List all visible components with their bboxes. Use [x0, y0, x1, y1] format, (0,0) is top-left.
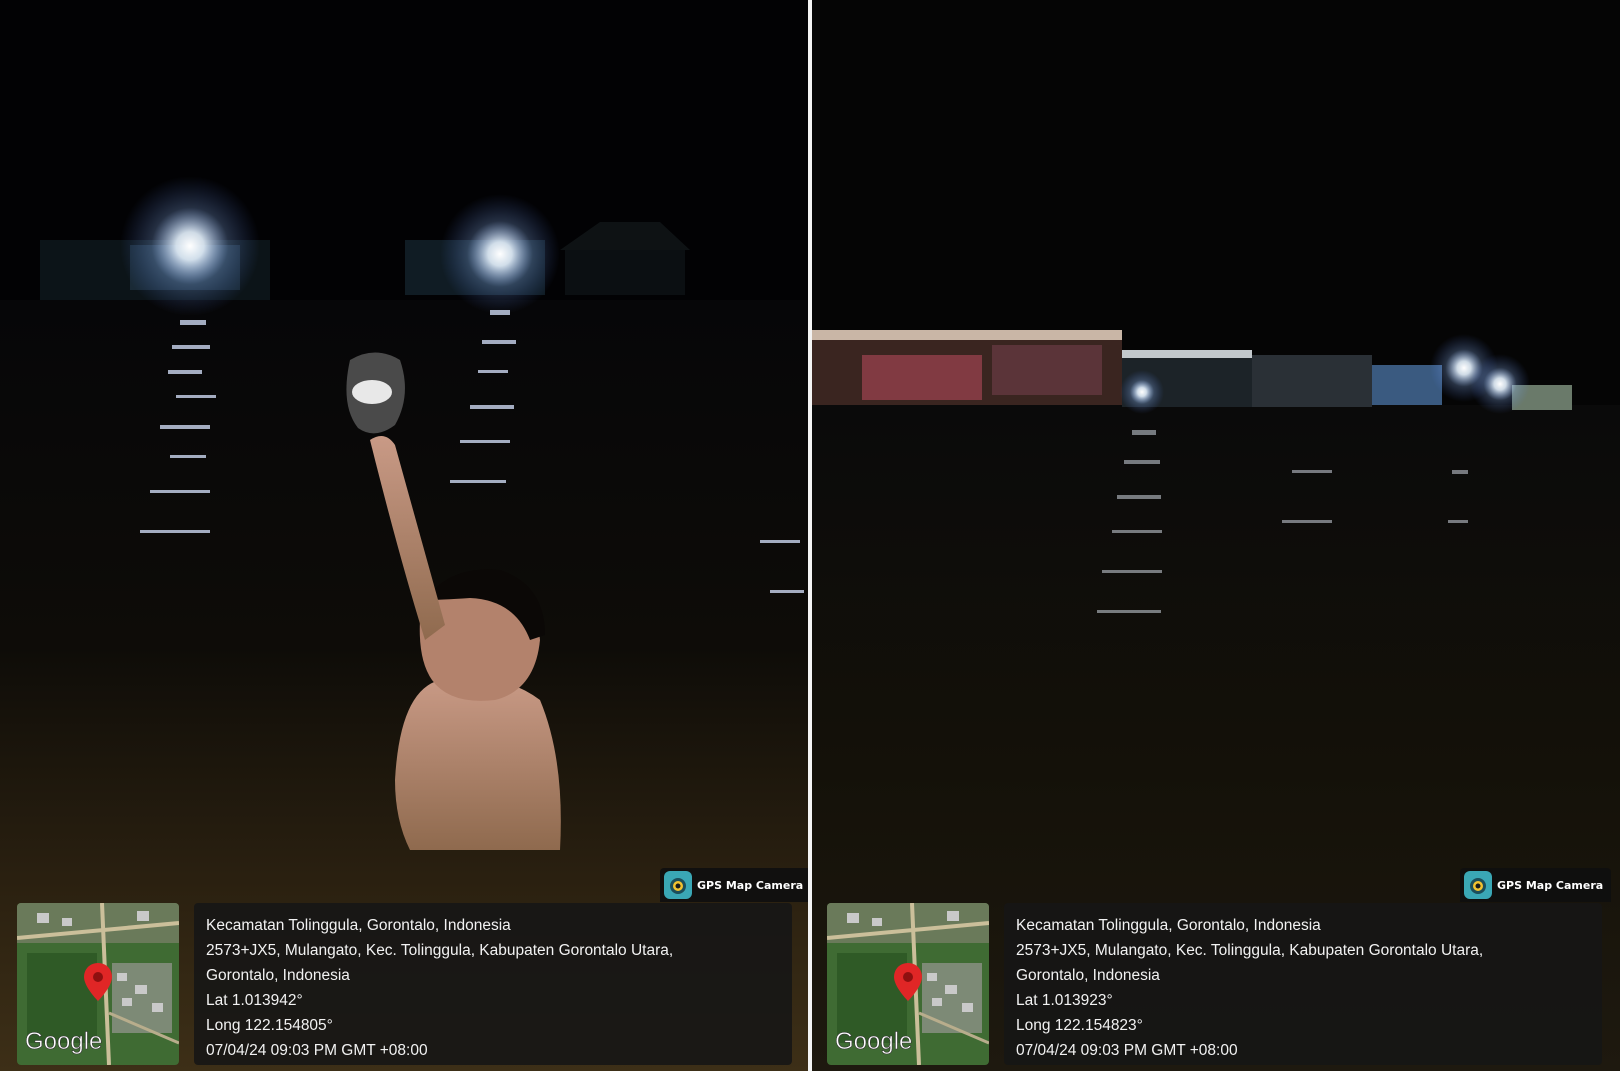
address-line-2: Gorontalo, Indonesia [1016, 967, 1160, 984]
gps-map-camera-icon [1464, 871, 1492, 899]
latitude: Lat 1.013942° [206, 992, 303, 1009]
app-name: GPS Map Camera [697, 878, 804, 892]
map-thumbnail: Google [17, 903, 179, 1065]
location-info-box: Kecamatan Tolinggula, Gorontalo, Indones… [194, 903, 792, 1065]
location-title: Kecamatan Tolinggula, Gorontalo, Indones… [206, 917, 511, 934]
gps-map-camera-badge: GPS Map Camera [660, 868, 808, 902]
map-thumbnail: Google [827, 903, 989, 1065]
location-title: Kecamatan Tolinggula, Gorontalo, Indones… [1016, 917, 1321, 934]
address-line-1: 2573+JX5, Mulangato, Kec. Tolinggula, Ka… [1016, 942, 1484, 959]
google-logo: Google [835, 1028, 912, 1055]
address-line-1: 2573+JX5, Mulangato, Kec. Tolinggula, Ka… [206, 942, 674, 959]
datetime: 07/04/24 09:03 PM GMT +08:00 [1016, 1042, 1238, 1059]
flood-photo-left: GPS Map Camera Google Kecamatan Tolinggu… [0, 0, 808, 1071]
location-info-box: Kecamatan Tolinggula, Gorontalo, Indones… [1004, 903, 1602, 1065]
flood-photo-right: GPS Map Camera Google Kecamatan Tolinggu… [812, 0, 1620, 1071]
app-name: GPS Map Camera [1497, 878, 1604, 892]
longitude: Long 122.154805° [206, 1017, 333, 1034]
datetime: 07/04/24 09:03 PM GMT +08:00 [206, 1042, 428, 1059]
latitude: Lat 1.013923° [1016, 992, 1113, 1009]
gps-map-camera-icon [664, 871, 692, 899]
gps-map-camera-badge: GPS Map Camera [1460, 868, 1612, 902]
address-line-2: Gorontalo, Indonesia [206, 967, 350, 984]
google-logo: Google [25, 1028, 102, 1055]
longitude: Long 122.154823° [1016, 1017, 1143, 1034]
